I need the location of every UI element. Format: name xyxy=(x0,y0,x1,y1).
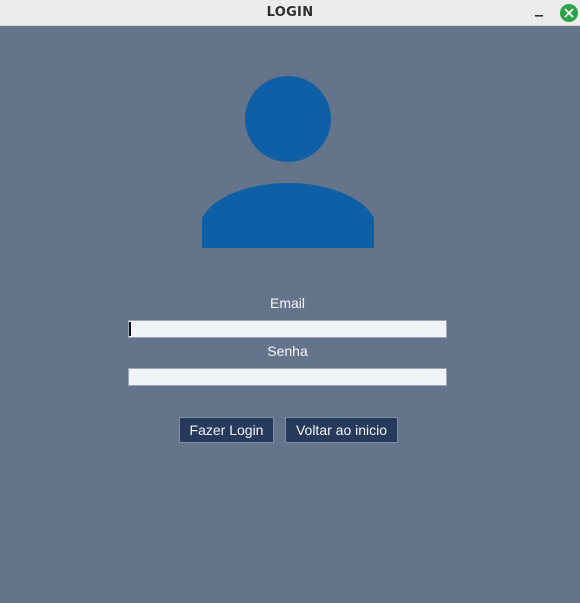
senha-input[interactable] xyxy=(128,368,447,386)
back-to-start-button[interactable]: Voltar ao inicio xyxy=(285,417,398,443)
email-input[interactable] xyxy=(128,320,447,338)
window-title: LOGIN xyxy=(266,5,314,20)
login-button[interactable]: Fazer Login xyxy=(179,417,274,443)
window-titlebar[interactable]: LOGIN xyxy=(0,0,580,26)
close-icon xyxy=(560,4,578,22)
senha-label: Senha xyxy=(267,343,308,359)
email-label: Email xyxy=(269,295,305,311)
close-button[interactable] xyxy=(559,3,579,23)
login-window: LOGIN Email Senha Fazer Login Voltar ao … xyxy=(0,0,580,603)
user-avatar xyxy=(202,76,374,248)
user-icon xyxy=(202,76,374,248)
minimize-button[interactable] xyxy=(530,4,548,22)
minimize-icon xyxy=(535,15,543,17)
text-caret xyxy=(129,322,131,336)
